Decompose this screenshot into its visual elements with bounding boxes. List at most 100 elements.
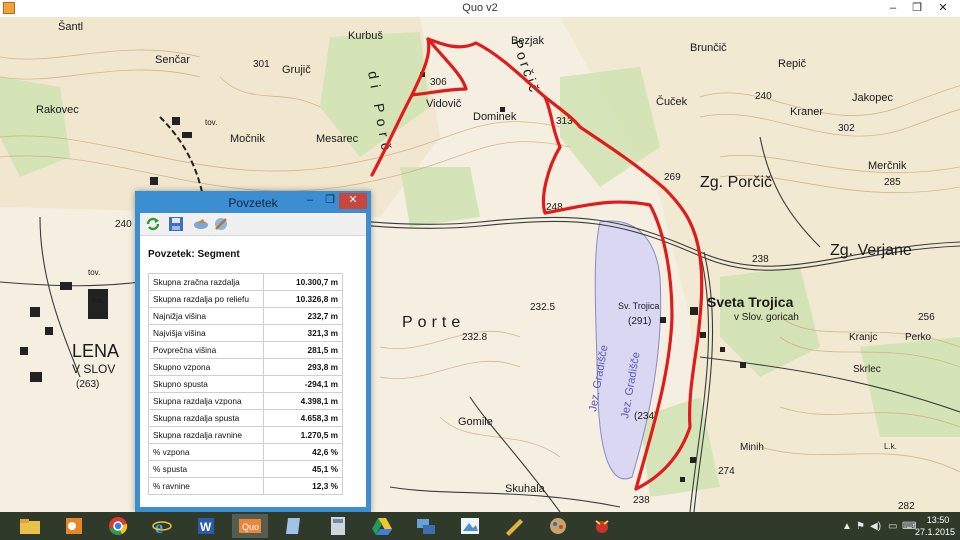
place-label: Skuhala	[505, 483, 546, 495]
taskbar: e W Quo ▲ ⚑ ◀) ▭ ⌨ 13:50 27.1.2015	[0, 512, 960, 540]
summary-row: Najvišja višina 321,3 m	[148, 324, 343, 342]
summary-row-label: % vzpona	[148, 443, 264, 461]
clock-time[interactable]: 13:50	[916, 515, 960, 525]
summary-window[interactable]: Povzetek – ❐ ✕ Povzetek: Segment Skupna …	[135, 191, 371, 512]
place-label: Kranjc	[849, 332, 877, 343]
place-label: Zg. Porčič	[700, 174, 772, 191]
file-explorer-icon[interactable]	[12, 514, 48, 538]
paint-icon[interactable]	[452, 514, 488, 538]
height-label: 240	[115, 219, 132, 230]
tools-icon[interactable]	[213, 216, 229, 232]
height-label: 238	[633, 495, 650, 506]
ruler-tool-icon[interactable]	[496, 514, 532, 538]
svg-text:Quo: Quo	[242, 522, 259, 532]
monitor-tray-icon[interactable]: ▭	[888, 521, 897, 532]
notes-icon[interactable]	[276, 514, 312, 538]
word-icon[interactable]: W	[188, 514, 224, 538]
summary-row: Povprečna višina 281,5 m	[148, 341, 343, 359]
place-label: L.k.	[884, 442, 897, 451]
save-icon[interactable]	[168, 216, 184, 232]
place-label: Minih	[740, 442, 764, 453]
summary-maximize-button[interactable]: ❐	[319, 193, 341, 209]
close-button[interactable]: ✕	[930, 0, 956, 17]
summary-row: Skupno vzpona 293,8 m	[148, 358, 343, 376]
height-label: (291)	[628, 316, 651, 327]
network-tray-icon[interactable]: ▲	[842, 521, 852, 532]
summary-row-value: -294,1 m	[263, 375, 343, 393]
quo-icon[interactable]: Quo	[232, 514, 268, 538]
summary-heading: Povzetek: Segment	[148, 249, 240, 260]
place-label: v Slov. goricah	[734, 312, 799, 323]
summary-row-label: Skupna zračna razdalja	[148, 273, 264, 291]
summary-row: % ravnine 12,3 %	[148, 477, 343, 495]
place-label: Senčar	[155, 54, 190, 66]
refresh-icon[interactable]	[145, 216, 161, 232]
summary-toolbar	[140, 213, 366, 236]
height-label: 232.5	[530, 302, 555, 313]
place-label: Kraner	[790, 106, 823, 118]
export-icon[interactable]	[193, 216, 209, 232]
place-label: Skrlec	[853, 364, 881, 375]
place-label: Močnik	[230, 133, 265, 145]
height-label: 306	[430, 77, 447, 88]
clock-date[interactable]: 27.1.2015	[910, 527, 960, 537]
summary-row: Skupna razdalja ravnine 1.270,5 m	[148, 426, 343, 444]
summary-row: % vzpona 42,6 %	[148, 443, 343, 461]
summary-row-label: % ravnine	[148, 477, 264, 495]
summary-row-value: 10.326,8 m	[263, 290, 343, 308]
place-label: Perko	[905, 332, 932, 343]
place-label: LENA	[72, 341, 119, 361]
place-label: Sv. Trojica	[618, 301, 659, 311]
summary-row-value: 42,6 %	[263, 443, 343, 461]
summary-row: Skupna razdalja spusta 4.658,3 m	[148, 409, 343, 427]
height-label: 256	[918, 312, 935, 323]
summary-row-label: Skupno spusta	[148, 375, 264, 393]
summary-row-value: 4.398,1 m	[263, 392, 343, 410]
picture-viewer-icon[interactable]	[540, 514, 576, 538]
network-icon[interactable]	[408, 514, 444, 538]
summary-row-label: Najnižja višina	[148, 307, 264, 325]
app-title-bar[interactable]: Quo v2 – ❐ ✕	[0, 0, 960, 18]
place-label: V SLOV	[72, 362, 115, 376]
flag-tray-icon[interactable]: ⚑	[856, 521, 865, 532]
summary-title-bar[interactable]: Povzetek – ❐ ✕	[135, 191, 371, 213]
place-label: Šantl	[58, 20, 83, 33]
chrome-icon[interactable]	[100, 514, 136, 538]
summary-row-label: Skupno vzpona	[148, 358, 264, 376]
svg-text:e: e	[155, 517, 163, 536]
maximize-button[interactable]: ❐	[904, 0, 930, 17]
google-drive-icon[interactable]	[364, 514, 400, 538]
height-label: 269	[664, 172, 681, 183]
place-label: tov.	[205, 118, 217, 127]
place-label: Kurbuš	[348, 30, 383, 42]
place-label: Merčnik	[868, 160, 907, 172]
place-label: Jakopec	[852, 92, 893, 104]
place-label: Brunčič	[690, 42, 727, 54]
height-label: 240	[755, 91, 772, 102]
summary-body: Povzetek: Segment Skupna zračna razdalja…	[140, 213, 366, 507]
summary-row: Skupna razdalja vzpona 4.398,1 m	[148, 392, 343, 410]
bug-app-icon[interactable]	[584, 514, 620, 538]
internet-explorer-icon[interactable]: e	[144, 514, 180, 538]
summary-row-value: 45,1 %	[263, 460, 343, 478]
height-label: 238	[752, 254, 769, 265]
summary-table: Skupna zračna razdalja 10.300,7 m Skupna r…	[148, 273, 343, 495]
calculator-icon[interactable]	[320, 514, 356, 538]
volume-tray-icon[interactable]: ◀)	[870, 521, 881, 532]
place-label: Čuček	[656, 95, 688, 108]
summary-row: Skupno spusta -294,1 m	[148, 375, 343, 393]
outlook-icon[interactable]	[56, 514, 92, 538]
summary-row-label: % spusta	[148, 460, 264, 478]
summary-row-value: 321,3 m	[263, 324, 343, 342]
summary-row-label: Najvišja višina	[148, 324, 264, 342]
height-label: (263)	[76, 379, 99, 390]
place-label: Vidovič	[426, 98, 462, 110]
minimize-button[interactable]: –	[880, 0, 906, 17]
summary-row-label: Skupna razdalja vzpona	[148, 392, 264, 410]
summary-row-label: Skupna razdalja po reliefu	[148, 290, 264, 308]
place-label: Grujič	[282, 64, 311, 76]
summary-row-value: 1.270,5 m	[263, 426, 343, 444]
summary-minimize-button[interactable]: –	[299, 193, 321, 209]
height-label: 274	[718, 466, 735, 477]
summary-close-button[interactable]: ✕	[339, 193, 367, 209]
